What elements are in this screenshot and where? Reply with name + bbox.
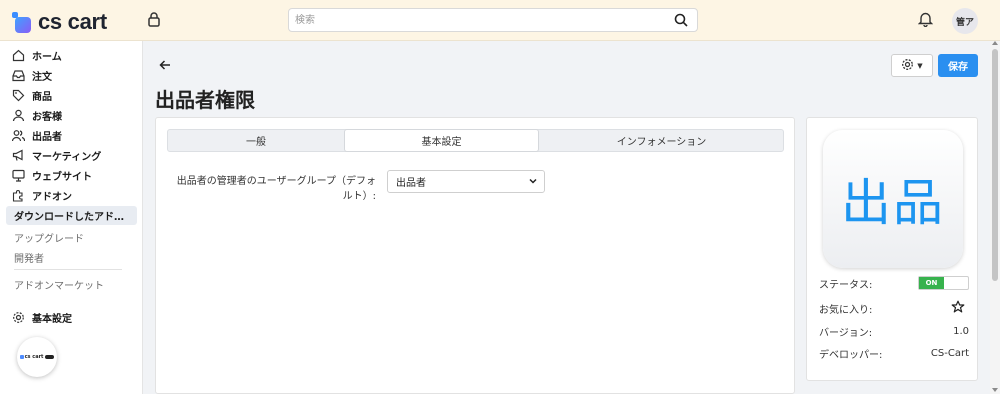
save-button[interactable]: 保存 [938, 54, 978, 77]
select-value: 出品者 [396, 178, 426, 189]
app-name: cs cart [38, 9, 107, 34]
sidebar-divider [14, 269, 122, 270]
inbox-icon [11, 69, 25, 83]
back-arrow-icon[interactable] [158, 58, 172, 75]
sidebar-item-orders[interactable]: 注文 [6, 66, 137, 85]
favorite-row: お気に入り: [819, 300, 969, 316]
sidebar-item-label: ホーム [32, 52, 62, 63]
sidebar-item-products[interactable]: 商品 [6, 86, 137, 105]
sidebar-item-label: 出品者 [32, 132, 62, 143]
sidebar-item-customers[interactable]: お客様 [6, 106, 137, 125]
search-input[interactable] [289, 9, 659, 31]
sidebar-item-upgrade[interactable]: アップグレード [14, 230, 84, 245]
sidebar-item-label: ダウンロードしたアド… [14, 212, 124, 223]
status-toggle[interactable]: ON [918, 276, 969, 290]
lock-icon[interactable] [147, 11, 161, 30]
home-icon [11, 49, 25, 63]
badge-text: cs cart [24, 354, 44, 360]
status-label: ステータス: [819, 279, 873, 291]
scroll-down-arrow-icon[interactable] [992, 388, 998, 392]
sidebar-item-home[interactable]: ホーム [6, 46, 137, 65]
page-title: 出品者権限 [155, 88, 255, 112]
bell-icon[interactable] [917, 11, 934, 30]
caret-down-icon: ▼ [917, 61, 923, 70]
vendor-admin-usergroup-select[interactable]: 出品者 [387, 170, 545, 193]
app-logo[interactable]: cs cart [12, 9, 107, 35]
monitor-icon [11, 169, 25, 183]
addon-info-card: 出品 ステータス: ON お気に入り: バージョン: 1.0 デベロッパー: C… [806, 117, 978, 381]
settings-dropdown-button[interactable]: ▼ [891, 54, 933, 77]
sidebar-item-developer[interactable]: 開発者 [14, 250, 44, 265]
addon-logo-text: 出品 [841, 174, 945, 232]
settings-panel: 一般 基本設定 インフォメーション 出品者の管理者のユーザーグループ（デフォルト… [155, 117, 795, 394]
tag-icon [11, 89, 25, 103]
cs-cart-badge[interactable]: cs cart [17, 337, 57, 377]
user-icon [11, 109, 25, 123]
sidebar-item-label: マーケティング [32, 152, 102, 163]
gear-icon [901, 58, 914, 74]
version-value: 1.0 [953, 325, 969, 337]
developer-row: デベロッパー: CS-Cart [819, 345, 969, 361]
avatar[interactable]: 管ア [952, 8, 978, 34]
scrollbar[interactable] [990, 41, 1000, 394]
status-row: ステータス: ON [819, 275, 969, 291]
addon-logo: 出品 [823, 130, 963, 268]
favorite-label: お気に入り: [819, 304, 873, 316]
search-box [288, 8, 698, 32]
status-on-indicator: ON [919, 277, 944, 289]
sidebar: ホーム 注文 商品 お客様 出品者 マーケティング ウェブサイト アドオン ダウ… [0, 41, 143, 394]
developer-value: CS-Cart [930, 347, 969, 359]
tab-settings[interactable]: 基本設定 [344, 129, 539, 152]
gear-icon [11, 311, 25, 325]
tab-bar: 一般 基本設定 インフォメーション [167, 129, 784, 152]
sidebar-item-settings[interactable]: 基本設定 [6, 308, 137, 327]
sidebar-item-addon-market[interactable]: アドオンマーケット [14, 277, 104, 292]
scroll-up-arrow-icon[interactable] [992, 41, 998, 45]
users-icon [11, 129, 25, 143]
sidebar-item-label: お客様 [32, 112, 62, 123]
sidebar-item-label: 基本設定 [32, 314, 72, 325]
sidebar-item-label: ウェブサイト [32, 172, 92, 183]
sidebar-item-marketing[interactable]: マーケティング [6, 146, 137, 165]
megaphone-icon [11, 149, 25, 163]
cs-cart-logo-icon [12, 11, 33, 33]
tab-information[interactable]: インフォメーション [539, 130, 784, 151]
tab-general[interactable]: 一般 [168, 130, 344, 151]
scrollbar-thumb[interactable] [992, 49, 998, 281]
sidebar-item-vendors[interactable]: 出品者 [6, 126, 137, 145]
version-label: バージョン: [819, 327, 873, 339]
sidebar-item-downloaded-addons[interactable]: ダウンロードしたアド… [6, 206, 137, 225]
top-bar: cs cart 管ア [0, 0, 1000, 41]
version-row: バージョン: 1.0 [819, 323, 969, 339]
chevron-down-icon [528, 176, 538, 189]
sidebar-item-website[interactable]: ウェブサイト [6, 166, 137, 185]
sidebar-item-addons[interactable]: アドオン [6, 186, 137, 205]
search-icon[interactable] [674, 13, 688, 30]
star-icon[interactable] [951, 300, 965, 317]
sidebar-item-label: 商品 [32, 92, 52, 103]
sidebar-item-label: アドオン [32, 192, 72, 203]
developer-label: デベロッパー: [819, 349, 883, 361]
sidebar-item-label: 注文 [32, 72, 52, 83]
puzzle-icon [11, 189, 25, 203]
vendor-admin-usergroup-label: 出品者の管理者のユーザーグループ（デフォルト）: [176, 176, 376, 202]
cs-cart-mini-logo: cs cart [19, 354, 55, 360]
